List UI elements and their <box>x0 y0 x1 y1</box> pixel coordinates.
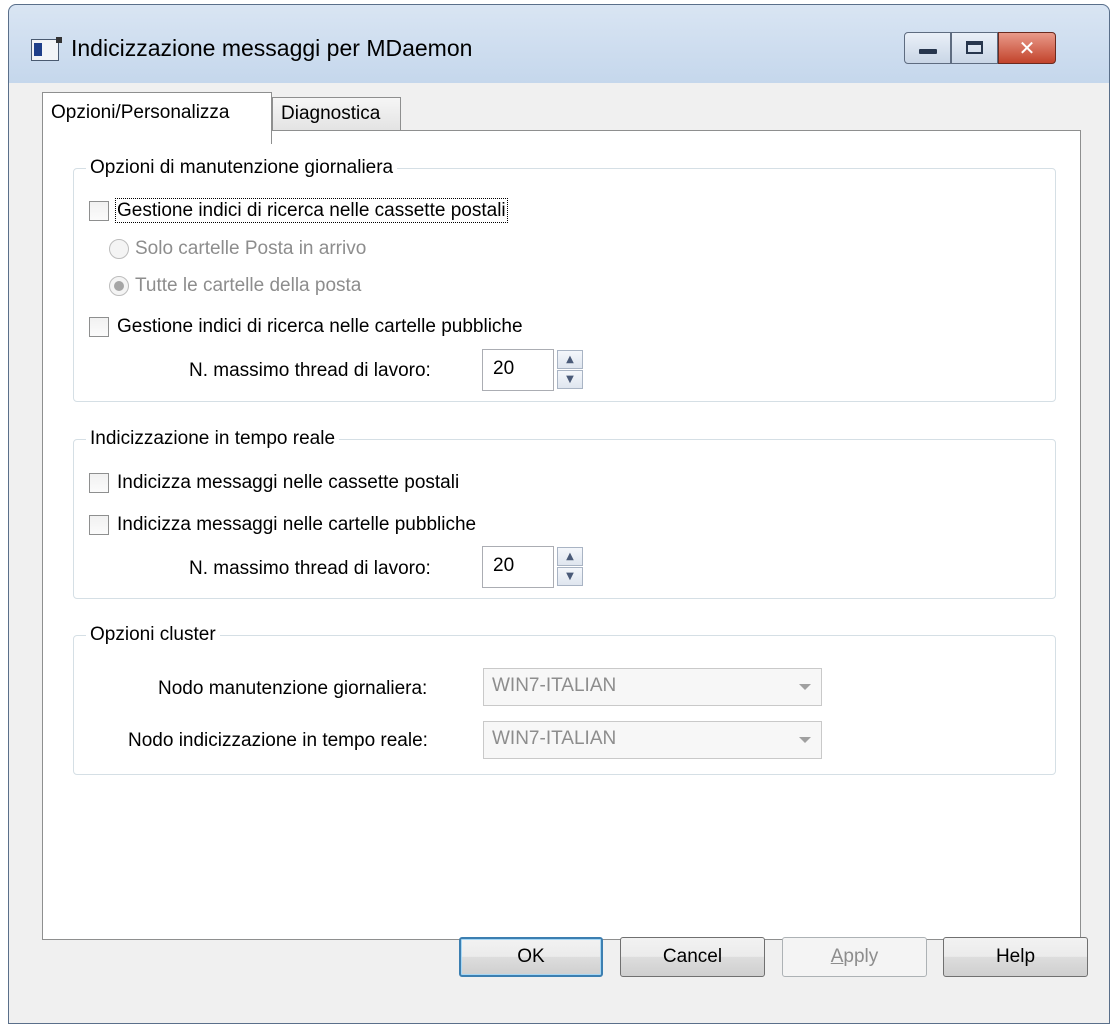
daily-node-value: WIN7-ITALIAN <box>492 675 617 696</box>
realtime-indexing-group: Indicizzazione in tempo reale Indicizza … <box>73 426 1056 599</box>
cluster-legend: Opzioni cluster <box>86 622 220 648</box>
app-icon <box>31 37 62 61</box>
chevron-down-icon <box>799 684 811 690</box>
realtime-legend: Indicizzazione in tempo reale <box>86 426 340 452</box>
inbox-only-label[interactable]: Solo cartelle Posta in arrivo <box>135 236 366 262</box>
inbox-only-radio[interactable] <box>109 239 129 259</box>
maximize-button[interactable] <box>951 32 998 64</box>
all-folders-label[interactable]: Tutte le cartelle della posta <box>135 273 361 299</box>
mailbox-index-label: Gestione indici di ricerca nelle cassett… <box>115 198 508 223</box>
apply-label-rest: pply <box>843 946 879 967</box>
close-button[interactable]: ✕ <box>998 32 1056 64</box>
realtime-max-threads-label: N. massimo thread di lavoro: <box>189 558 431 579</box>
cluster-options-group: Opzioni cluster Nodo manutenzione giorna… <box>73 622 1056 775</box>
help-button[interactable]: Help <box>943 937 1088 977</box>
mailbox-index-label-wrap[interactable]: Gestione indici di ricerca nelle cassett… <box>115 198 508 224</box>
realtime-max-threads-input[interactable]: 20 <box>482 546 554 588</box>
ok-button[interactable]: OK <box>459 937 603 977</box>
realtime-threads-up-icon[interactable]: ▲ <box>557 547 583 566</box>
realtime-node-value: WIN7-ITALIAN <box>492 728 617 749</box>
realtime-public-label[interactable]: Indicizza messaggi nelle cartelle pubbli… <box>117 512 476 538</box>
daily-node-label: Nodo manutenzione giornaliera: <box>158 678 428 699</box>
tab-opzioni-personalizza[interactable]: Opzioni/Personalizza <box>42 92 272 144</box>
daily-threads-up-icon[interactable]: ▲ <box>557 350 583 369</box>
daily-max-threads-label: N. massimo thread di lavoro: <box>189 360 431 381</box>
daily-threads-down-icon[interactable]: ▼ <box>557 370 583 389</box>
daily-max-threads-input[interactable]: 20 <box>482 349 554 391</box>
realtime-node-select[interactable]: WIN7-ITALIAN <box>483 721 822 759</box>
all-folders-radio[interactable] <box>109 276 129 296</box>
daily-maintenance-legend: Opzioni di manutenzione giornaliera <box>86 155 398 181</box>
daily-maintenance-group: Opzioni di manutenzione giornaliera Gest… <box>73 155 1056 402</box>
cancel-button[interactable]: Cancel <box>620 937 765 977</box>
public-index-label[interactable]: Gestione indici di ricerca nelle cartell… <box>117 314 523 340</box>
apply-button[interactable]: Apply <box>782 937 927 977</box>
realtime-public-checkbox[interactable] <box>89 515 109 535</box>
realtime-mailbox-checkbox[interactable] <box>89 473 109 493</box>
window-title: Indicizzazione messaggi per MDaemon <box>71 35 473 61</box>
title-bar[interactable]: Indicizzazione messaggi per MDaemon ✕ <box>9 5 1109 83</box>
maximize-icon <box>966 41 983 54</box>
dialog-window: Indicizzazione messaggi per MDaemon ✕ Op… <box>8 4 1110 1024</box>
minimize-icon <box>919 49 937 54</box>
chevron-down-icon <box>799 737 811 743</box>
tab-diagnostica[interactable]: Diagnostica <box>272 97 401 131</box>
realtime-mailbox-label[interactable]: Indicizza messaggi nelle cassette postal… <box>117 470 459 496</box>
apply-accelerator: A <box>830 946 844 967</box>
tab-panel: Opzioni di manutenzione giornaliera Gest… <box>42 130 1081 940</box>
close-icon: ✕ <box>1018 36 1036 60</box>
realtime-threads-down-icon[interactable]: ▼ <box>557 567 583 586</box>
mailbox-index-checkbox[interactable] <box>89 201 109 221</box>
public-index-checkbox[interactable] <box>89 317 109 337</box>
realtime-node-label: Nodo indicizzazione in tempo reale: <box>128 730 428 751</box>
dialog-client-area: Opzioni/Personalizza Diagnostica Opzioni… <box>9 83 1109 1023</box>
daily-node-select[interactable]: WIN7-ITALIAN <box>483 668 822 706</box>
minimize-button[interactable] <box>904 32 951 64</box>
